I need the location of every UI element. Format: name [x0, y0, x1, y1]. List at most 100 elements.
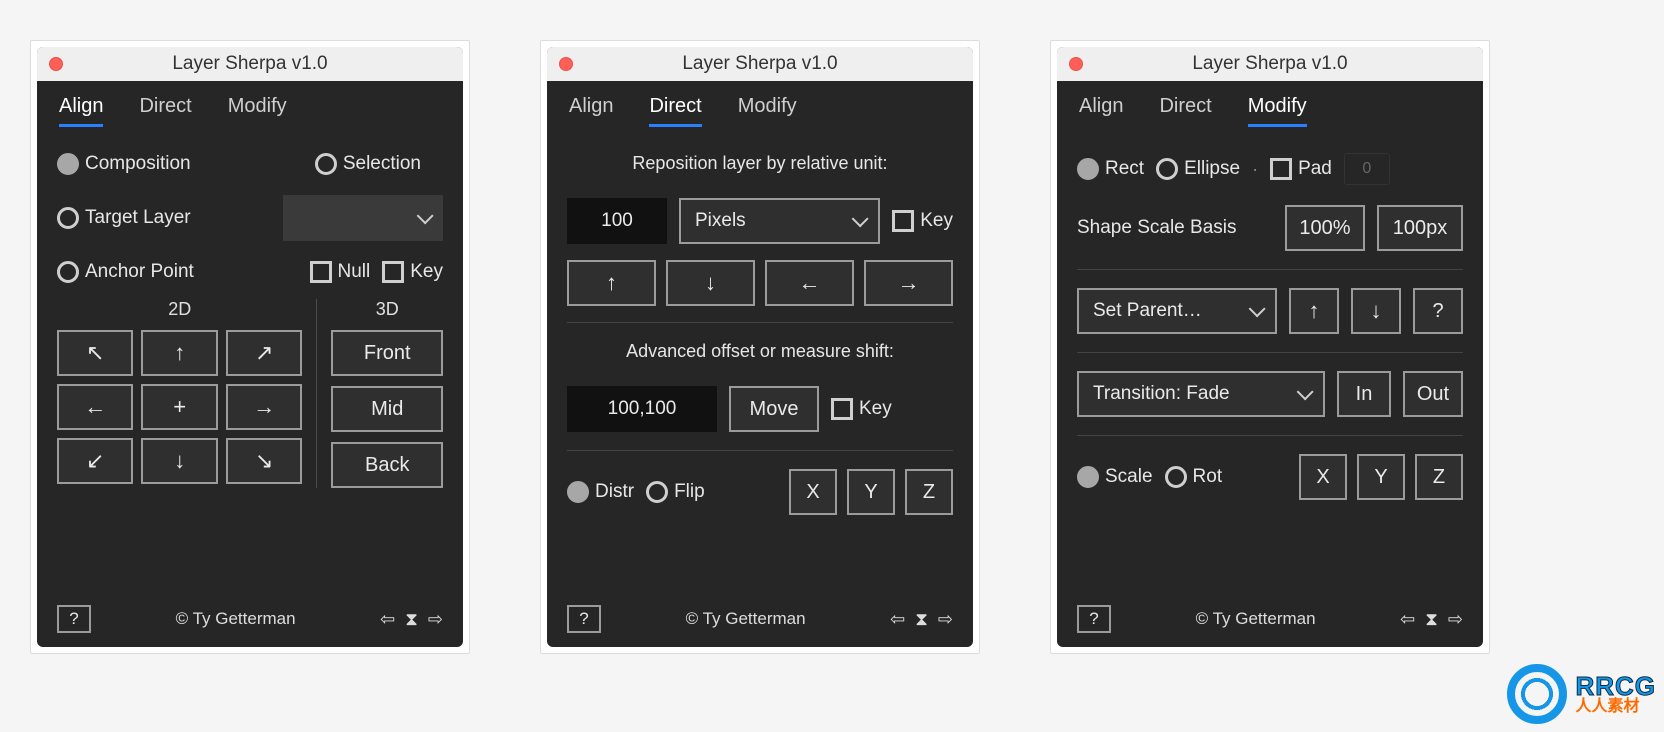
nav-back-icon[interactable]: ⇦	[1400, 609, 1415, 630]
pad-value[interactable]: 0	[1344, 153, 1390, 185]
checkbox-icon	[382, 261, 404, 283]
tab-modify[interactable]: Modify	[228, 95, 287, 127]
tab-direct[interactable]: Direct	[139, 95, 191, 127]
footer: ? © Ty Getterman ⇦ ⧗ ⇨	[57, 597, 443, 633]
head-3d: 3D	[331, 299, 443, 320]
offset-input[interactable]	[567, 386, 717, 432]
axis-y-button[interactable]: Y	[847, 469, 895, 515]
arrow-down-icon: ↓	[1371, 300, 1382, 322]
radio-icon	[1077, 466, 1099, 488]
target-layer-select[interactable]	[283, 195, 443, 241]
checkbox-icon	[310, 261, 332, 283]
transition-in-button[interactable]: In	[1337, 371, 1391, 417]
axis-z-button[interactable]: Z	[1415, 454, 1463, 500]
radio-composition[interactable]: Composition	[57, 153, 191, 175]
scale-px-button[interactable]: 100px	[1377, 205, 1463, 251]
scale-percent-button[interactable]: 100%	[1285, 205, 1365, 251]
align-e-button[interactable]: →	[226, 384, 302, 430]
align-ne-button[interactable]: ↗	[226, 330, 302, 376]
close-icon[interactable]	[1069, 57, 1083, 71]
close-icon[interactable]	[559, 57, 573, 71]
move-left-button[interactable]: ←	[765, 260, 854, 306]
move-down-button[interactable]: ↓	[666, 260, 755, 306]
radio-scale[interactable]: Scale	[1077, 466, 1153, 488]
tab-align[interactable]: Align	[1079, 95, 1123, 127]
tab-direct[interactable]: Direct	[649, 95, 701, 127]
back-button[interactable]: Back	[331, 442, 443, 488]
radio-rect[interactable]: Rect	[1077, 158, 1144, 180]
radio-rot[interactable]: Rot	[1165, 466, 1223, 488]
radio-anchor-point[interactable]: Anchor Point	[57, 261, 194, 283]
titlebar[interactable]: Layer Sherpa v1.0	[37, 47, 463, 81]
window-title: Layer Sherpa v1.0	[559, 53, 961, 75]
window-title: Layer Sherpa v1.0	[49, 53, 451, 75]
tab-modify[interactable]: Modify	[738, 95, 797, 127]
hourglass-icon[interactable]: ⧗	[915, 609, 928, 630]
radio-ellipse[interactable]: Ellipse	[1156, 158, 1240, 180]
footer: ? © Ty Getterman ⇦ ⧗ ⇨	[1077, 597, 1463, 633]
tab-direct[interactable]: Direct	[1159, 95, 1211, 127]
set-parent-select[interactable]: Set Parent…	[1077, 288, 1277, 334]
radio-icon	[1156, 158, 1178, 180]
transition-select[interactable]: Transition: Fade	[1077, 371, 1325, 417]
tab-align[interactable]: Align	[59, 95, 103, 127]
tab-align[interactable]: Align	[569, 95, 613, 127]
check-key-reposition[interactable]: Key	[892, 210, 953, 232]
radio-selection[interactable]: Selection	[315, 153, 443, 175]
panel-align: Layer Sherpa v1.0 Align Direct Modify Co…	[37, 47, 463, 647]
help-button[interactable]: ?	[57, 605, 91, 633]
transition-out-button[interactable]: Out	[1403, 371, 1463, 417]
align-n-button[interactable]: ↑	[141, 330, 217, 376]
hourglass-icon[interactable]: ⧗	[405, 609, 418, 630]
nav-back-icon[interactable]: ⇦	[890, 609, 905, 630]
align-se-button[interactable]: ↘	[226, 438, 302, 484]
front-button[interactable]: Front	[331, 330, 443, 376]
help-button[interactable]: ?	[567, 605, 601, 633]
radio-target-layer[interactable]: Target Layer	[57, 207, 191, 229]
check-key[interactable]: Key	[382, 261, 443, 283]
col-2d: 2D ↖ ↑ ↗ ← + → ↙ ↓ ↘	[57, 299, 302, 488]
axis-x-button[interactable]: X	[789, 469, 837, 515]
nav-forward-icon[interactable]: ⇨	[1448, 609, 1463, 630]
center-icon: +	[173, 396, 186, 418]
check-key-advanced[interactable]: Key	[831, 398, 892, 420]
radio-distr[interactable]: Distr	[567, 481, 634, 503]
hourglass-icon[interactable]: ⧗	[1425, 609, 1438, 630]
parent-down-button[interactable]: ↓	[1351, 288, 1401, 334]
nav-forward-icon[interactable]: ⇨	[938, 609, 953, 630]
check-pad[interactable]: Pad	[1270, 158, 1332, 180]
check-null[interactable]: Null	[310, 261, 371, 283]
move-button[interactable]: Move	[729, 386, 819, 432]
checkbox-icon	[1270, 158, 1292, 180]
radio-icon	[315, 153, 337, 175]
move-right-button[interactable]: →	[864, 260, 953, 306]
tab-modify[interactable]: Modify	[1248, 95, 1307, 127]
help-button[interactable]: ?	[1077, 605, 1111, 633]
parent-up-button[interactable]: ↑	[1289, 288, 1339, 334]
reposition-amount-input[interactable]	[567, 198, 667, 244]
align-nw-button[interactable]: ↖	[57, 330, 133, 376]
checkbox-icon	[892, 210, 914, 232]
nav-back-icon[interactable]: ⇦	[380, 609, 395, 630]
align-c-button[interactable]: +	[141, 384, 217, 430]
axis-z-button[interactable]: Z	[905, 469, 953, 515]
align-s-button[interactable]: ↓	[141, 438, 217, 484]
align-w-button[interactable]: ←	[57, 384, 133, 430]
move-up-button[interactable]: ↑	[567, 260, 656, 306]
axis-x-button[interactable]: X	[1299, 454, 1347, 500]
titlebar[interactable]: Layer Sherpa v1.0	[547, 47, 973, 81]
radio-flip[interactable]: Flip	[646, 481, 705, 503]
section-advanced-label: Advanced offset or measure shift:	[567, 341, 953, 362]
parent-help-button[interactable]: ?	[1413, 288, 1463, 334]
align-sw-button[interactable]: ↙	[57, 438, 133, 484]
panel-direct-wrap: Layer Sherpa v1.0 Align Direct Modify Re…	[540, 40, 980, 654]
col-3d: 3D Front Mid Back	[316, 299, 443, 488]
titlebar[interactable]: Layer Sherpa v1.0	[1057, 47, 1483, 81]
arrow-ne-icon: ↗	[255, 342, 273, 364]
unit-select[interactable]: Pixels	[679, 198, 880, 244]
checkbox-icon	[831, 398, 853, 420]
nav-forward-icon[interactable]: ⇨	[428, 609, 443, 630]
axis-y-button[interactable]: Y	[1357, 454, 1405, 500]
close-icon[interactable]	[49, 57, 63, 71]
mid-button[interactable]: Mid	[331, 386, 443, 432]
